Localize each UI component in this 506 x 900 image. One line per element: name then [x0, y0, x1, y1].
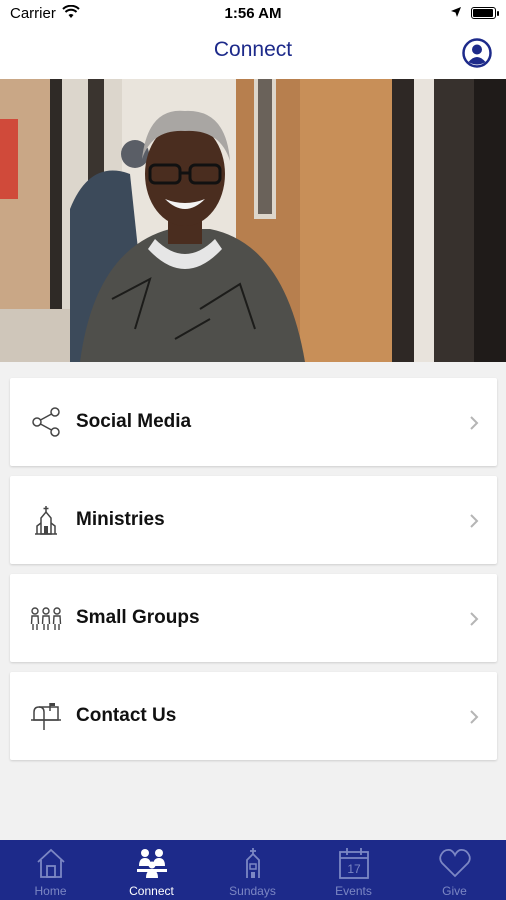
status-bar: Carrier 1:56 AM [0, 0, 506, 26]
menu-item-ministries[interactable]: Ministries [10, 476, 497, 564]
menu-item-contact-us[interactable]: Contact Us [10, 672, 497, 760]
menu-item-small-groups[interactable]: Small Groups [10, 574, 497, 662]
tab-sundays[interactable]: Sundays [202, 840, 303, 900]
tab-label: Connect [129, 884, 174, 898]
home-icon [37, 848, 65, 878]
heart-icon [439, 848, 471, 878]
battery-icon [471, 7, 499, 19]
connect-group-icon [137, 849, 167, 878]
profile-icon[interactable] [462, 38, 492, 68]
tab-bar: Home Connect Sundays 17 Events Give [0, 840, 506, 900]
calendar-icon: 17 [339, 848, 369, 879]
chevron-right-icon [470, 612, 479, 626]
menu-item-label: Ministries [76, 509, 165, 530]
page-title: Connect [213, 38, 293, 61]
connect-menu: Social Media Ministries Small Groups Con… [10, 378, 497, 770]
tab-label: Sundays [229, 884, 276, 898]
menu-item-social-media[interactable]: Social Media [10, 378, 497, 466]
tab-connect[interactable]: Connect [101, 840, 202, 900]
status-time: 1:56 AM [224, 5, 282, 22]
menu-item-label: Small Groups [76, 607, 200, 628]
tab-home[interactable]: Home [0, 840, 101, 900]
tab-give[interactable]: Give [404, 840, 505, 900]
tab-events[interactable]: 17 Events [303, 840, 404, 900]
tab-label: Home [34, 884, 67, 898]
chevron-right-icon [470, 514, 479, 528]
tab-label: Events [335, 884, 372, 898]
group-icon [30, 607, 62, 630]
steeple-icon [246, 848, 260, 878]
church-icon [35, 506, 57, 535]
menu-item-label: Contact Us [76, 705, 177, 726]
menu-item-label: Social Media [76, 411, 192, 432]
chevron-right-icon [470, 416, 479, 430]
hero-image [0, 79, 506, 362]
tab-label: Give [442, 884, 467, 898]
location-arrow-icon [451, 7, 461, 17]
navigation-bar: Connect [0, 26, 506, 79]
chevron-right-icon [470, 710, 479, 724]
share-icon [32, 407, 60, 437]
calendar-day-text: 17 [347, 862, 361, 876]
mailbox-icon [31, 703, 61, 730]
